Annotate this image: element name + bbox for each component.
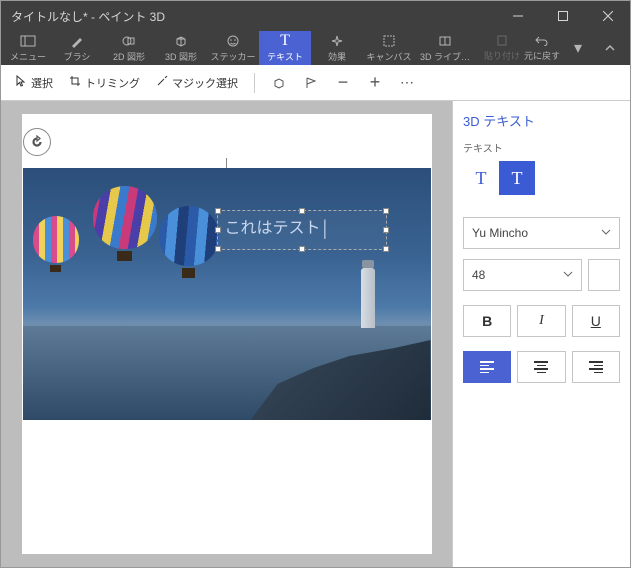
ribbon-canvas[interactable]: キャンバス [363, 31, 415, 65]
ribbon-3d-shapes[interactable]: 3D 図形 [155, 31, 207, 65]
tool-crop-label: トリミング [85, 75, 140, 91]
canvas-icon [382, 33, 396, 49]
ribbon-text[interactable]: T テキスト [259, 31, 311, 65]
balloon-2 [93, 186, 157, 270]
font-select[interactable]: Yu Mincho [463, 217, 620, 249]
ribbon-3d-label: 3D 図形 [165, 50, 197, 63]
shape3d-icon [174, 33, 188, 49]
balloon-1 [33, 216, 79, 278]
shape2d-icon [122, 33, 136, 49]
canvas-stage: これはテスト│ [22, 114, 432, 554]
toolbar-divider [254, 73, 255, 93]
tool-zoom-out[interactable]: − [329, 69, 357, 97]
chevron-down-icon [601, 226, 611, 240]
canvas-area[interactable]: これはテスト│ [1, 101, 452, 567]
rotate-stem [226, 158, 227, 168]
size-select[interactable]: 48 [463, 259, 582, 291]
app-window: タイトルなし* - ペイント 3D メニュー ブラシ 2D 図形 3D 図形 ス… [0, 0, 631, 568]
side-panel: 3D テキスト テキスト T T Yu Mincho 48 B I U [452, 101, 630, 567]
ribbon-2d-label: 2D 図形 [113, 50, 145, 63]
pointer-icon [15, 75, 27, 90]
ribbon-2d-shapes[interactable]: 2D 図形 [103, 31, 155, 65]
ribbon-canvas-label: キャンバス [366, 50, 411, 63]
tool-more[interactable]: ⋯ [393, 69, 421, 97]
ribbon-paste-label: 貼り付け [484, 49, 520, 62]
ribbon-menu[interactable]: メニュー [5, 31, 51, 65]
tool-zoom-in[interactable]: + [361, 69, 389, 97]
lighthouse [361, 268, 375, 328]
ribbon-brush[interactable]: ブラシ [51, 31, 103, 65]
tool-magic-label: マジック選択 [172, 75, 238, 91]
font-value: Yu Mincho [472, 226, 528, 240]
window-title: タイトルなし* - ペイント 3D [11, 8, 165, 25]
underline-button[interactable]: U [572, 305, 620, 337]
ribbon-sticker[interactable]: ステッカー [207, 31, 259, 65]
align-left-button[interactable] [463, 351, 511, 383]
ribbon-undo-label: 元に戻す [524, 49, 560, 62]
size-value: 48 [472, 268, 485, 282]
brush-icon [70, 33, 84, 49]
ribbon-toolbar: メニュー ブラシ 2D 図形 3D 図形 ステッカー T テキスト 効果 キャン [1, 31, 630, 65]
text-edit-box[interactable]: これはテスト│ [217, 210, 387, 250]
italic-button[interactable]: I [517, 305, 565, 337]
menu-icon [20, 33, 36, 49]
close-button[interactable] [585, 1, 630, 31]
secondary-toolbar: 選択 トリミング マジック選択 − + ⋯ [1, 65, 630, 101]
undo-icon [535, 34, 549, 48]
chevron-down-icon [563, 268, 573, 282]
text-2d-toggle[interactable]: T [463, 161, 499, 195]
tool-select[interactable]: 選択 [9, 71, 59, 95]
ribbon-paste: 貼り付け [482, 31, 522, 65]
ribbon-sticker-label: ステッカー [210, 50, 255, 63]
ribbon-3d-library[interactable]: 3D ライブ… [415, 31, 475, 65]
ribbon-collapse[interactable] [594, 31, 626, 65]
ribbon-menu-label: メニュー [10, 50, 46, 63]
align-center-button[interactable] [517, 351, 565, 383]
sticker-icon [226, 33, 240, 49]
crop-icon [69, 75, 81, 90]
rotate-handle[interactable] [23, 128, 51, 156]
paste-icon [496, 34, 508, 48]
ribbon-brush-label: ブラシ [64, 50, 91, 63]
align-right-button[interactable] [572, 351, 620, 383]
text-3d-toggle[interactable]: T [499, 161, 535, 195]
balloon-3 [159, 206, 219, 286]
text-icon: T [280, 33, 290, 49]
lib3d-icon [438, 33, 452, 49]
side-title: 3D テキスト [463, 111, 620, 130]
ribbon-effects[interactable]: 効果 [311, 31, 363, 65]
bold-button[interactable]: B [463, 305, 511, 337]
minimize-button[interactable] [495, 1, 540, 31]
magic-icon [156, 75, 168, 90]
tool-magic-select[interactable]: マジック選択 [150, 71, 244, 95]
tool-select-label: 選択 [31, 75, 53, 91]
ribbon-lib3d-label: 3D ライブ… [420, 50, 470, 63]
ribbon-more-dropdown[interactable]: ▾ [562, 31, 594, 65]
color-swatch[interactable] [588, 259, 620, 291]
ribbon-text-label: テキスト [267, 50, 303, 63]
side-section-label: テキスト [463, 140, 620, 155]
tool-3d-view[interactable] [265, 69, 293, 97]
ribbon-undo[interactable]: 元に戻す [522, 31, 562, 65]
maximize-button[interactable] [540, 1, 585, 31]
tool-flag[interactable] [297, 69, 325, 97]
effects-icon [330, 33, 344, 49]
canvas-image[interactable]: これはテスト│ [23, 168, 431, 420]
tool-crop[interactable]: トリミング [63, 71, 146, 95]
title-bar[interactable]: タイトルなし* - ペイント 3D [1, 1, 630, 31]
ribbon-effects-label: 効果 [328, 50, 346, 63]
